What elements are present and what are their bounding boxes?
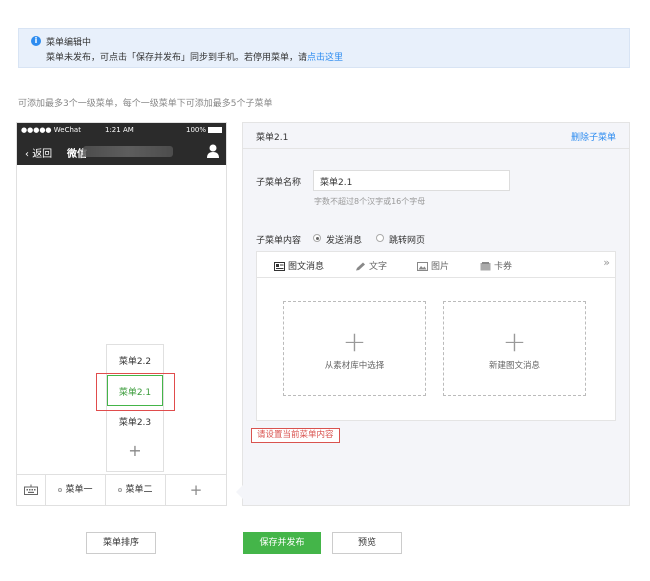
tab-news[interactable]: 图文消息 <box>274 259 324 272</box>
create-news-label: 新建图文消息 <box>488 361 540 371</box>
disable-menu-link[interactable]: 点击这里 <box>307 53 343 63</box>
preview-button[interactable]: 预览 <box>332 532 402 554</box>
phone-preview: ●●●●● WeChat 1:21 AM 100% ‹ 返回 微信 菜单2.2 … <box>16 122 227 506</box>
carrier-label: ●●●●● WeChat <box>21 126 81 134</box>
tab-card-label: 卡券 <box>494 262 513 272</box>
battery-label: 100% <box>185 126 206 134</box>
plus-icon: + <box>502 325 527 358</box>
add-menu-button[interactable]: + <box>166 475 226 506</box>
battery-icon <box>208 127 222 133</box>
keyboard-icon[interactable] <box>17 475 46 506</box>
select-from-library-card[interactable]: + 从素材库中选择 <box>283 301 426 396</box>
add-submenu-button[interactable]: + <box>107 443 163 459</box>
image-icon <box>417 262 428 271</box>
plus-icon: + <box>342 325 367 358</box>
submenu-name-input[interactable]: 菜单2.1 <box>313 170 510 191</box>
menu-item-2-label: 菜单二 <box>125 485 153 495</box>
status-bar: ●●●●● WeChat 1:21 AM 100% <box>17 123 226 138</box>
battery-status: 100% <box>186 126 222 134</box>
tab-image[interactable]: 图片 <box>417 259 449 272</box>
tab-news-label: 图文消息 <box>288 262 325 272</box>
sort-menu-button[interactable]: 菜单排序 <box>86 532 156 554</box>
user-icon <box>207 144 219 158</box>
info-icon: i <box>31 36 41 46</box>
name-hint: 字数不超过8个汉字或16个字母 <box>314 197 426 206</box>
back-label: 返回 <box>32 149 53 160</box>
content-area: 图文消息 文字 图片 卡券 » + 从素材库中选择 + 新建图文消息 <box>256 251 616 421</box>
content-tabs: 图文消息 文字 图片 卡券 » <box>257 252 615 278</box>
submenu-popup: 菜单2.2 菜单2.1 菜单2.3 + <box>96 344 175 472</box>
back-button: ‹ 返回 <box>25 149 53 160</box>
notice-desc-text: 菜单未发布，可点击「保存并发布」同步到手机。若停用菜单，请 <box>46 53 308 63</box>
name-label: 子菜单名称 <box>256 178 302 188</box>
tab-text[interactable]: 文字 <box>355 259 387 272</box>
notice-title: 菜单编辑中 <box>46 38 92 48</box>
radio-send-message[interactable] <box>313 234 321 242</box>
create-news-card[interactable]: + 新建图文消息 <box>443 301 586 396</box>
menu-item-1[interactable]: 菜单一 <box>46 475 106 506</box>
editor-title: 菜单2.1 <box>256 133 289 143</box>
phone-nav-bar: ‹ 返回 微信 <box>17 138 226 165</box>
menu-bar: 菜单一 菜单二 + <box>17 474 226 506</box>
menu-dot-icon <box>58 487 63 492</box>
submenu-item-2-3[interactable]: 菜单2.3 <box>107 415 163 428</box>
save-publish-button[interactable]: 保存并发布 <box>243 532 321 554</box>
menu-item-2[interactable]: 菜单二 <box>106 475 166 506</box>
more-tabs-icon[interactable]: » <box>603 256 610 269</box>
tab-card[interactable]: 卡券 <box>480 259 512 272</box>
editor-header: 菜单2.1 删除子菜单 <box>243 123 629 149</box>
content-label: 子菜单内容 <box>256 236 302 246</box>
menu-item-1-label: 菜单一 <box>65 485 93 495</box>
card-icon <box>480 262 491 271</box>
selection-highlight <box>96 373 175 411</box>
radio-jump-page[interactable] <box>376 234 384 242</box>
menu-dot-icon <box>118 487 123 492</box>
tab-image-label: 图片 <box>431 262 450 272</box>
editor-panel: 菜单2.1 删除子菜单 子菜单名称 菜单2.1 字数不超过8个汉字或16个字母 … <box>236 122 630 506</box>
submenu-item-2-2[interactable]: 菜单2.2 <box>107 354 163 367</box>
select-from-library-label: 从素材库中选择 <box>324 361 385 371</box>
blurred-name <box>83 146 173 157</box>
option-send-message[interactable]: 发送消息 <box>326 233 362 246</box>
menu-limit-tip: 可添加最多3个一级菜单，每个一级菜单下可添加最多5个子菜单 <box>18 99 273 109</box>
tab-text-label: 文字 <box>369 262 388 272</box>
status-time: 1:21 AM <box>105 126 134 134</box>
option-jump-page[interactable]: 跳转网页 <box>389 233 425 246</box>
panel-pointer <box>236 485 243 499</box>
news-icon <box>274 262 285 271</box>
notice-desc: 菜单未发布，可点击「保存并发布」同步到手机。若停用菜单，请点击这里 <box>46 50 343 63</box>
notice-banner: i 菜单编辑中 菜单未发布，可点击「保存并发布」同步到手机。若停用菜单，请点击这… <box>18 28 630 68</box>
delete-submenu-link[interactable]: 删除子菜单 <box>571 130 616 143</box>
content-error: 请设置当前菜单内容 <box>251 428 340 443</box>
pencil-icon <box>356 262 365 271</box>
